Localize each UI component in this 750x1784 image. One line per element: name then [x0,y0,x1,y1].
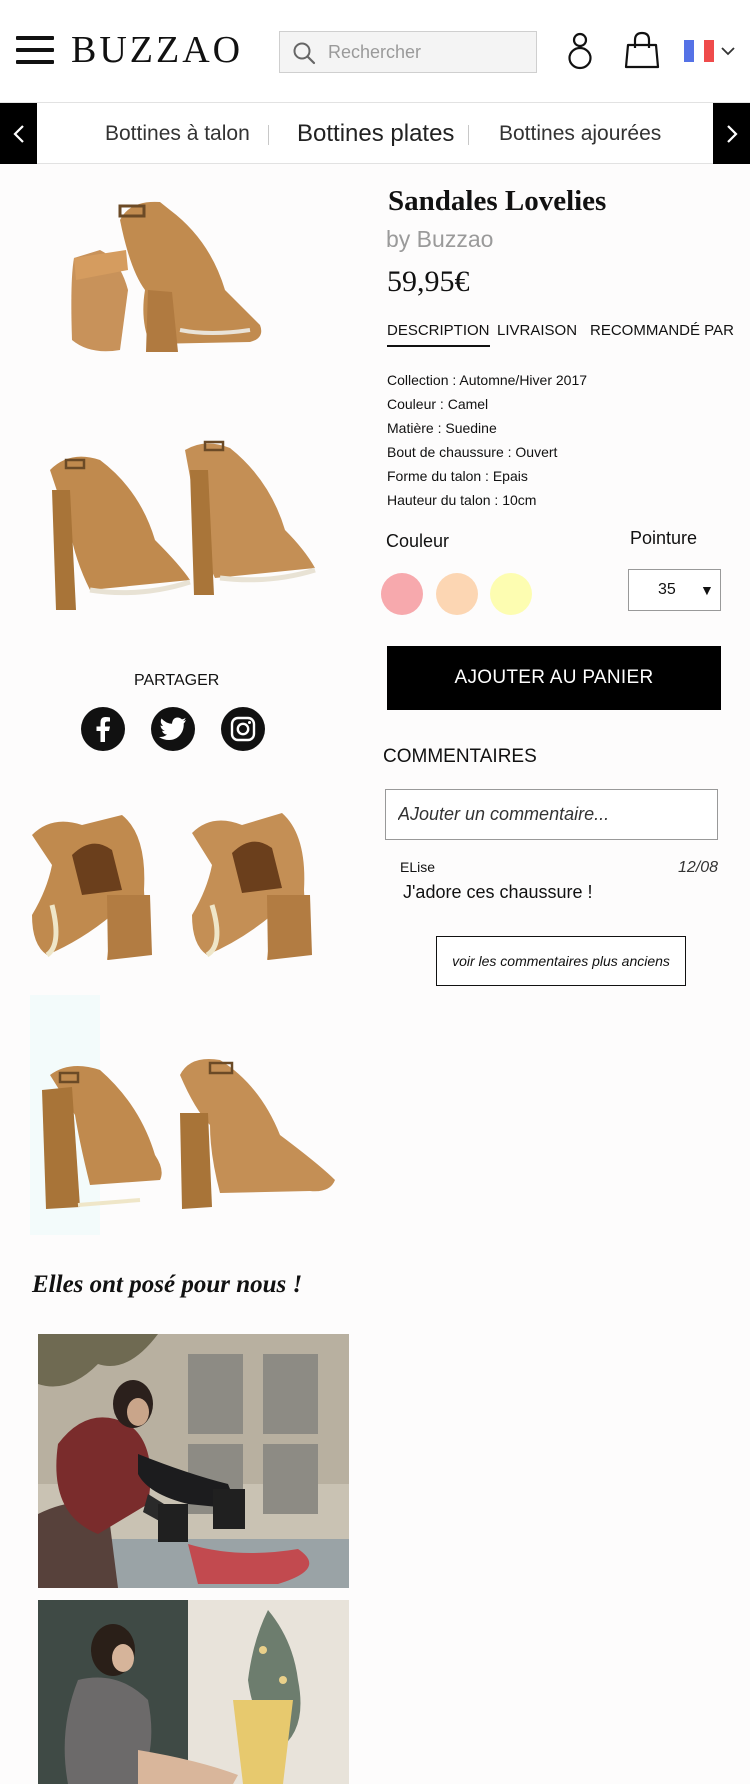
spec-label: Hauteur du talon : [387,492,499,508]
spec-value: Ouvert [515,444,558,460]
category-bottines-ajourees[interactable]: Bottines ajourées [499,103,661,164]
category-bottines-talon[interactable]: Bottines à talon [105,103,250,164]
spec-forme-talon: Forme du talon : Epais [387,464,727,488]
spec-value: Epais [492,468,528,484]
spec-bout: Bout de chaussure : Ouvert [387,440,727,464]
dropdown-triangle-icon: ▼ [700,582,714,598]
instagram-button[interactable] [221,707,265,751]
tab-description[interactable]: DESCRIPTION [387,322,490,347]
comment-input[interactable] [385,789,718,840]
customer-photo-2[interactable] [38,1600,349,1784]
flag-stripe-red [704,40,714,62]
facebook-button[interactable] [81,707,125,751]
product-image-pair-front[interactable] [30,430,350,620]
category-nav: Bottines à talon Bottines plates Bottine… [0,102,750,164]
product-image-side[interactable] [60,180,300,380]
search-icon [293,42,316,65]
category-bottines-plates[interactable]: Bottines plates [297,103,454,164]
category-divider [468,125,469,145]
spec-label: Matière : [387,420,442,436]
nav-next-button[interactable] [713,103,750,164]
comment-text: J'adore ces chaussure ! [403,882,593,902]
share-label: PARTAGER [134,672,220,689]
color-swatch-peach[interactable] [436,573,478,615]
nav-prev-button[interactable] [0,103,37,164]
instagram-icon [230,716,256,742]
color-swatch-pink[interactable] [381,573,423,615]
comment-date: 12/08 [678,859,719,876]
color-label: Couleur [386,531,450,551]
size-label: Pointure [630,528,698,548]
spec-label: Forme du talon : [387,468,489,484]
spec-hauteur-talon: Hauteur du talon : 10cm [387,488,727,512]
color-swatch-yellow[interactable] [490,573,532,615]
spec-label: Bout de chaussure : [387,444,512,460]
product-image-pair-back[interactable] [12,795,342,975]
spec-value: 10cm [502,492,537,508]
flag-stripe-blue [684,40,694,62]
spec-value: Camel [447,396,489,412]
size-value: 35 [658,581,676,598]
search-input[interactable] [328,32,528,72]
spec-value: Suedine [445,420,497,436]
comment-author: ELise [400,859,436,875]
user-icon[interactable] [566,30,594,70]
size-select[interactable]: 35 ▼ [628,569,721,611]
spec-label: Couleur : [387,396,444,412]
twitter-button[interactable] [151,707,195,751]
product-price: 59,95€ [387,265,470,298]
add-to-cart-button[interactable]: AJOUTER AU PANIER [387,646,721,710]
product-brand[interactable]: by Buzzao [386,226,493,253]
product-title: Sandales Lovelies [388,185,607,217]
twitter-icon [159,717,186,740]
tab-recommande-par[interactable]: RECOMMANDÉ PAR [590,322,734,339]
product-image-pair-side[interactable] [30,995,370,1235]
chevron-left-icon [12,124,24,143]
older-comments-button[interactable]: voir les commentaires plus anciens [436,936,686,986]
spec-matiere: Matière : Suedine [387,416,727,440]
spec-value: Automne/Hiver 2017 [459,372,588,388]
category-divider [268,125,269,145]
posed-section-title: Elles ont posé pour nous ! [32,1271,303,1298]
shopping-bag-icon[interactable] [624,31,660,69]
language-selector[interactable] [684,40,738,64]
logo[interactable]: BUZZAO [71,28,243,72]
customer-photo-1[interactable] [38,1334,349,1588]
spec-label: Collection : [387,372,457,388]
chevron-down-icon [721,47,735,56]
spec-couleur: Couleur : Camel [387,392,727,416]
flag-stripe-white [694,40,704,62]
spec-collection: Collection : Automne/Hiver 2017 [387,368,727,392]
header: BUZZAO [0,0,750,102]
search-box[interactable] [279,31,537,73]
french-flag-icon [684,40,714,62]
tab-livraison[interactable]: LIVRAISON [497,322,577,339]
chevron-right-icon [726,124,738,143]
product-specs: Collection : Automne/Hiver 2017 Couleur … [387,368,727,512]
comments-title: COMMENTAIRES [383,746,537,767]
menu-icon[interactable] [16,36,54,64]
facebook-icon [96,717,110,742]
